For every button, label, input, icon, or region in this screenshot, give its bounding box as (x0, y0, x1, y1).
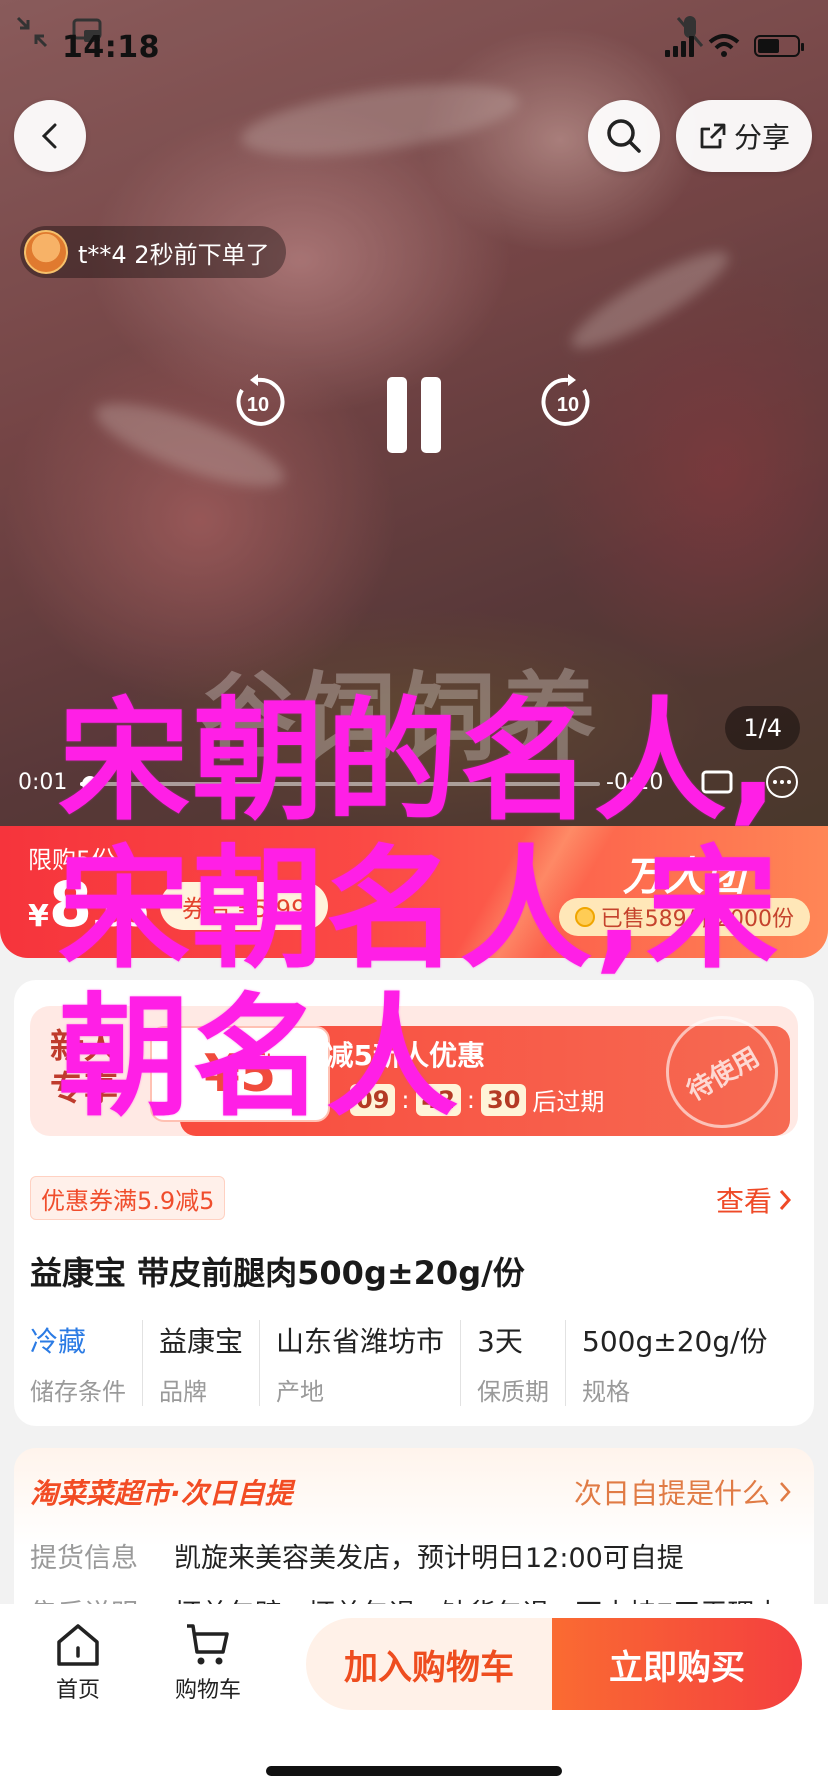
spec-storage: 冷藏 储存条件 (30, 1320, 142, 1406)
spec-brand: 益康宝 品牌 (142, 1320, 259, 1406)
spec-key: 产地 (276, 1378, 325, 1406)
pickup-help-link[interactable]: 次日自提是什么 (574, 1472, 792, 1512)
spec-key: 规格 (582, 1378, 631, 1406)
product-video[interactable]: 14:18 分享 t**4 2秒前下单了 10 10 谷饲饲养 1/4 0:01… (0, 0, 828, 830)
forward-10-button[interactable]: 10 (538, 372, 598, 432)
view-coupon-link[interactable]: 查看 (716, 1180, 792, 1220)
spec-value: 冷藏 (30, 1325, 87, 1358)
countdown-minutes: 42 (415, 1083, 461, 1116)
add-to-cart-button[interactable]: 加入购物车 (306, 1618, 552, 1710)
pickup-brand: 淘菜菜超市·次日自提 (30, 1477, 293, 1510)
price-banner: 限购5份 ¥ 8 .99 券后 ¥5.99 万人团 已售589/限2000份 (0, 826, 828, 958)
tab-cart[interactable]: 购物车 (158, 1622, 258, 1704)
product-info-card: ¥5 新人专享 新人9减5新人优惠 09: 42: 30 后过期 待使用 优惠券… (14, 980, 814, 1426)
coupon-price-badge: 券后 ¥5.99 (160, 882, 329, 930)
pickup-info-value: 凯旋来美容美发店，预计明日12:00可自提 (174, 1543, 684, 1574)
search-button[interactable] (588, 100, 660, 172)
newcomer-coupon-title: 新人9减5新人优惠 (250, 1039, 485, 1072)
spec-key: 保质期 (477, 1378, 550, 1406)
search-icon (607, 119, 641, 153)
coupon-countdown: 09: 42: 30 后过期 (350, 1082, 604, 1117)
share-button[interactable]: 分享 (676, 100, 812, 172)
home-indicator (266, 1766, 562, 1776)
wifi-icon (708, 34, 740, 57)
battery-icon (754, 35, 804, 57)
status-bar: 14:18 (0, 0, 828, 100)
chevron-right-icon (779, 1190, 792, 1210)
pickup-help-label: 次日自提是什么 (573, 1477, 770, 1510)
countdown-hours: 09 (350, 1083, 396, 1116)
pickup-info-row: 提货信息 凯旋来美容美发店，预计明日12:00可自提 (30, 1536, 684, 1575)
spec-value: 益康宝 (159, 1325, 244, 1358)
coin-icon (574, 907, 595, 927)
countdown-suffix: 后过期 (532, 1088, 605, 1116)
bottom-action-bar: 首页 购物车 加入购物车 立即购买 (0, 1604, 828, 1792)
view-coupon-label: 查看 (715, 1185, 772, 1218)
pickup-card: 淘菜菜超市·次日自提 次日自提是什么 提货信息 凯旋来美容美发店，预计明日12:… (14, 1448, 814, 1630)
rewind-10-button[interactable]: 10 (228, 372, 288, 432)
spec-shelf-life: 3天 保质期 (460, 1320, 565, 1406)
back-button[interactable] (14, 100, 86, 172)
spec-size: 500g±20g/份 规格 (565, 1320, 784, 1406)
price: ¥ 8 .99 (28, 874, 149, 936)
tab-cart-label: 购物车 (174, 1678, 241, 1703)
newcomer-coupon[interactable]: ¥5 新人专享 新人9减5新人优惠 09: 42: 30 后过期 待使用 (30, 1006, 798, 1136)
coupon-tag: 优惠券满5.9减5 (30, 1176, 226, 1220)
share-label: 分享 (733, 121, 790, 154)
price-decimal: .99 (92, 896, 149, 934)
price-integer: 8 (48, 868, 93, 941)
signal-icon (665, 35, 694, 57)
buy-now-button[interactable]: 立即购买 (552, 1618, 802, 1710)
newcomer-tag: 新人专享 (50, 1027, 118, 1109)
current-time: 0:01 (18, 770, 68, 795)
forward-label: 10 (557, 394, 579, 416)
sold-count-badge: 已售589/限2000份 (558, 898, 810, 936)
recent-buyer-text: t**4 2秒前下单了 (78, 240, 270, 269)
chevron-right-icon (780, 1482, 791, 1502)
fullscreen-icon[interactable] (700, 768, 734, 798)
spec-value: 3天 (477, 1325, 523, 1358)
product-specs: 冷藏 储存条件 益康宝 品牌 山东省潍坊市 产地 3天 保质期 500g±20g… (30, 1320, 814, 1406)
status-time: 14:18 (62, 30, 160, 65)
price-currency: ¥ (28, 899, 49, 934)
chevron-left-icon (41, 123, 57, 149)
cart-icon (187, 1624, 229, 1665)
rewind-label: 10 (247, 394, 269, 416)
media-page-counter: 1/4 (725, 706, 800, 750)
tab-home[interactable]: 首页 (28, 1622, 128, 1704)
total-time: -0:20 (606, 770, 664, 795)
collapse-icon (16, 16, 48, 48)
more-options-button[interactable] (766, 766, 798, 798)
spec-key: 品牌 (159, 1378, 207, 1406)
home-icon (57, 1624, 99, 1666)
avatar (24, 230, 68, 274)
group-buy-title: 万人团 (623, 854, 746, 900)
sold-count-text: 已售589/限2000份 (600, 907, 794, 932)
countdown-seconds: 30 (481, 1083, 527, 1116)
video-progress-bar[interactable] (80, 776, 600, 792)
pickup-info-key: 提货信息 (30, 1543, 138, 1574)
tab-home-label: 首页 (55, 1678, 100, 1703)
spec-origin: 山东省潍坊市 产地 (259, 1320, 460, 1406)
pause-button[interactable] (383, 375, 445, 455)
spec-key: 储存条件 (30, 1378, 126, 1406)
video-watermark: 谷饲饲养 (200, 662, 600, 774)
share-icon (700, 123, 726, 149)
product-title: 益康宝 带皮前腿肉500g±20g/份 (30, 1254, 525, 1292)
recent-buyer-notice: t**4 2秒前下单了 (20, 226, 286, 278)
spec-value: 山东省潍坊市 (276, 1325, 445, 1358)
spec-value: 500g±20g/份 (582, 1325, 768, 1358)
